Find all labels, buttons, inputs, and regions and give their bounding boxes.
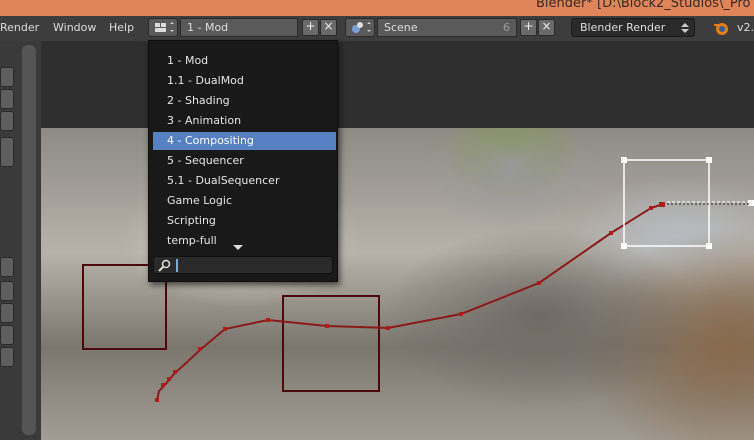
layout-option[interactable]: temp-full <box>153 232 336 250</box>
tool-button[interactable] <box>0 281 14 301</box>
layout-option[interactable]: Game Logic <box>153 192 336 210</box>
tool-button[interactable] <box>0 325 14 345</box>
tool-shelf-scrollbar[interactable] <box>22 45 36 435</box>
tracking-marker-pattern[interactable] <box>282 295 380 392</box>
layout-option[interactable]: 2 - Shading <box>153 92 336 110</box>
delete-scene-button[interactable]: × <box>538 19 555 36</box>
marker-handles[interactable] <box>621 157 754 249</box>
blender-logo-icon <box>714 23 728 35</box>
version-label: v2. <box>737 21 754 34</box>
updown-arrows-icon <box>681 23 689 33</box>
render-engine-value: Blender Render <box>580 21 666 34</box>
tool-button[interactable] <box>0 137 14 167</box>
scene-icon <box>352 22 371 33</box>
layout-option[interactable]: 3 - Animation <box>153 112 336 130</box>
close-icon: × <box>323 19 334 33</box>
tool-button[interactable] <box>0 257 14 277</box>
layout-option[interactable]: 1 - Mod <box>153 52 336 70</box>
screen-layout-dropdown: 1 - Mod 1.1 - DualMod 2 - Shading 3 - An… <box>148 40 338 282</box>
layout-option[interactable]: Scripting <box>153 212 336 230</box>
delete-layout-button[interactable]: × <box>320 19 337 36</box>
screen-layout-selector-button[interactable] <box>148 18 178 37</box>
info-header: Render Window Help 1 - Mod + × Scene 6 +… <box>0 16 754 42</box>
tool-button[interactable] <box>0 111 14 131</box>
selected-marker-search-area[interactable] <box>623 159 710 247</box>
window-titlebar: Blender* [D:\Block2_Studios\_Pro <box>0 0 754 16</box>
menu-render[interactable]: Render <box>0 21 39 34</box>
window-title: Blender* [D:\Block2_Studios\_Pro <box>536 0 751 11</box>
tool-button[interactable] <box>0 89 14 109</box>
add-layout-button[interactable]: + <box>302 19 319 36</box>
text-cursor <box>176 259 178 272</box>
tool-button[interactable] <box>0 67 14 87</box>
search-icon <box>158 259 171 272</box>
screen-layout-name-field[interactable]: 1 - Mod <box>180 18 298 37</box>
scene-name: Scene <box>384 21 418 34</box>
tool-button[interactable] <box>0 347 14 367</box>
menu-help[interactable]: Help <box>109 21 134 34</box>
tool-button[interactable] <box>0 303 14 323</box>
layout-grid-icon <box>155 22 174 32</box>
render-engine-select[interactable]: Blender Render <box>571 18 695 37</box>
scene-selector-button[interactable] <box>345 18 375 37</box>
scroll-down-arrow-icon[interactable] <box>233 245 243 250</box>
layout-option[interactable]: 1.1 - DualMod <box>153 72 336 90</box>
close-icon: × <box>541 19 552 33</box>
plus-icon: + <box>305 19 316 33</box>
scene-name-field[interactable]: Scene 6 <box>377 18 517 37</box>
layout-option-active[interactable]: 4 - Compositing <box>153 132 336 150</box>
scene-users-count: 6 <box>503 21 510 34</box>
layout-search-field[interactable] <box>153 256 333 274</box>
layout-option[interactable]: 5 - Sequencer <box>153 152 336 170</box>
plus-icon: + <box>523 19 534 33</box>
menu-window[interactable]: Window <box>53 21 96 34</box>
layout-option[interactable]: 5.1 - DualSequencer <box>153 172 336 190</box>
add-scene-button[interactable]: + <box>520 19 537 36</box>
